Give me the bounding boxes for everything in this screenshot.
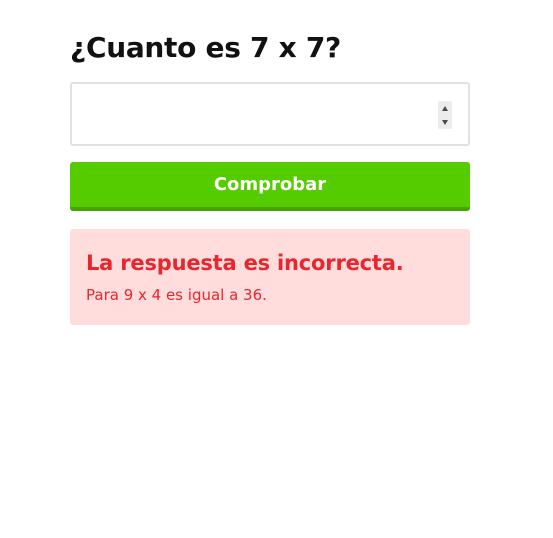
check-button[interactable]: Comprobar [70, 162, 470, 211]
question-heading: ¿Cuanto es 7 x 7? [70, 31, 341, 64]
chevron-up-icon [442, 105, 448, 111]
quiz-container: ¿Cuanto es 7 x 7? Comprobar La respuesta… [70, 30, 470, 325]
number-spinner[interactable] [438, 101, 452, 129]
decrement-button[interactable] [438, 115, 452, 129]
increment-button[interactable] [438, 101, 452, 115]
error-alert: La respuesta es incorrecta. Para 9 x 4 e… [70, 229, 470, 325]
alert-title: La respuesta es incorrecta. [86, 251, 404, 275]
alert-message: Para 9 x 4 es igual a 36. [86, 286, 267, 304]
answer-input[interactable] [72, 84, 468, 144]
chevron-down-icon [442, 119, 448, 125]
answer-field[interactable] [70, 82, 470, 146]
